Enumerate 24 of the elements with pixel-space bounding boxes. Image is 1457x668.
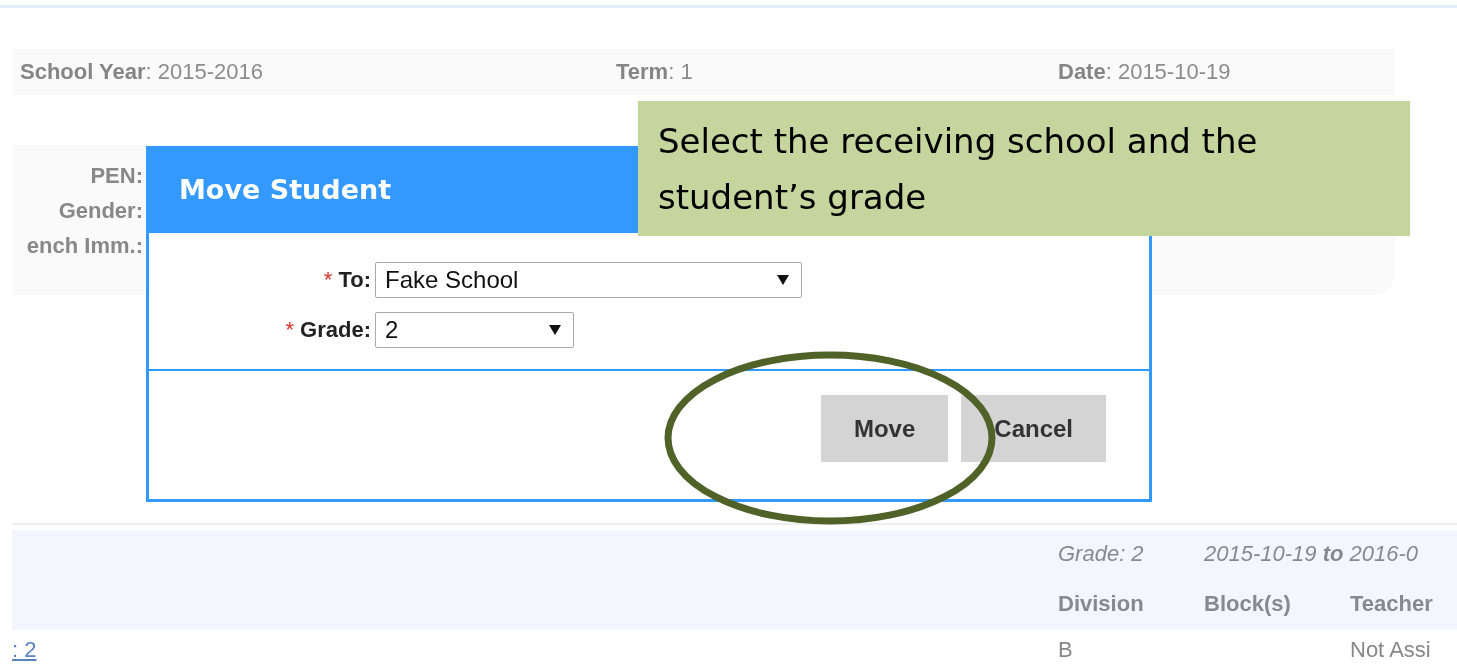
dialog-button[interactable]: Cancel [961,395,1106,462]
teacher-cell-text: Not Assi [1350,637,1432,663]
dialog-title: Move Student [179,174,392,205]
field-label: * Grade: [285,317,371,343]
column-header: Division [1058,591,1145,617]
field-label: PEN: [90,163,143,189]
field-label: ench Imm.: [26,233,143,259]
caret-icon [549,325,561,335]
class-link[interactable]: : 2 [12,637,37,663]
callout-note: Select the receiving school and the student’s grade [638,101,1410,236]
dialog-button[interactable]: Move [820,395,949,462]
grade-text: Grade: 2 [1058,541,1145,567]
info-text: Term: 1 [616,59,694,85]
info-text: Date: 2015-10-19 [1058,59,1232,85]
date-range: 2015-10-19 to 2016-0 [1204,541,1420,567]
dropdown[interactable]: Fake School [375,262,802,298]
field-label: Gender: [58,198,143,224]
column-header: Block(s) [1204,591,1292,617]
info-text: School Year: 2015-2016 [20,59,264,85]
division-cell-text: B [1058,637,1074,663]
field-label: * To: [323,267,371,293]
caret-icon [777,275,789,285]
column-header: Teacher [1350,591,1434,617]
dropdown[interactable]: 2 [375,312,574,348]
